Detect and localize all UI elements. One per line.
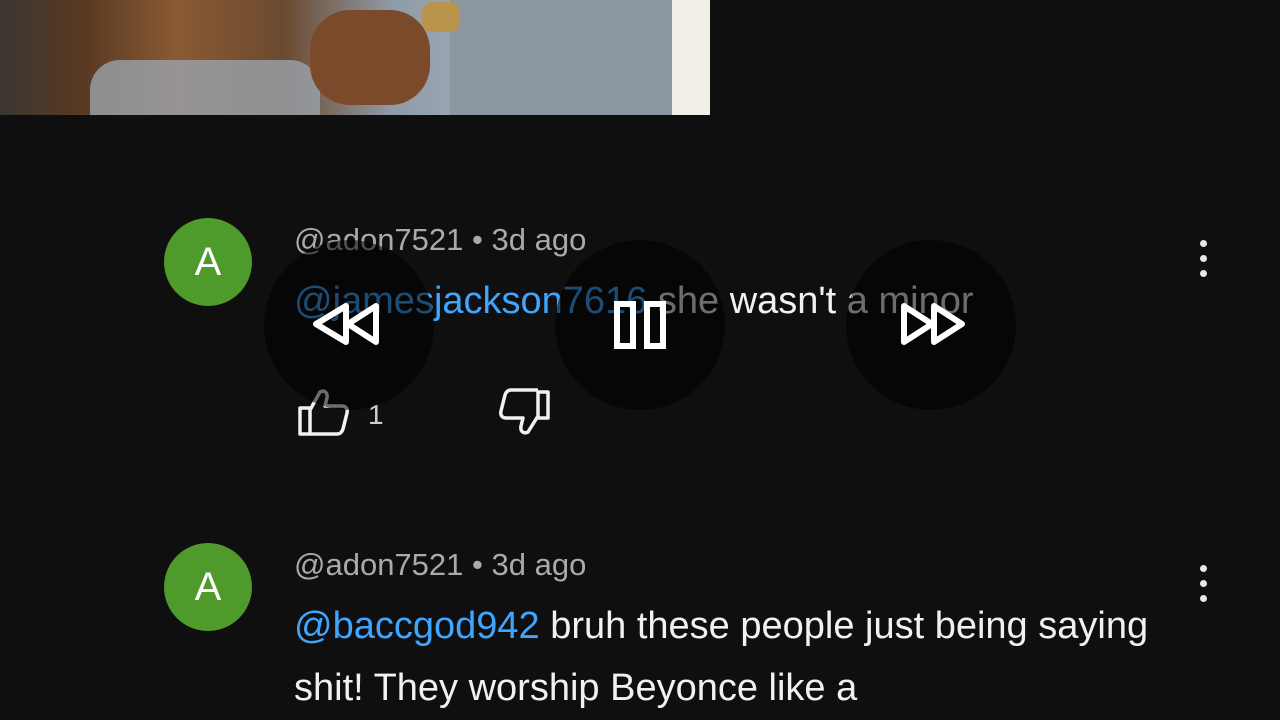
rewind-icon <box>313 303 379 345</box>
more-vertical-icon[interactable] <box>1188 565 1218 615</box>
image-hand <box>310 10 430 105</box>
meta-separator: • <box>472 547 483 582</box>
comment-text: @baccgod942 bruh these people just being… <box>294 595 1174 719</box>
fast-forward-button[interactable] <box>846 240 1016 410</box>
pause-icon <box>614 301 666 349</box>
image-jeans <box>450 0 680 115</box>
avatar[interactable]: A <box>164 543 252 631</box>
comment-time: 3d ago <box>491 547 587 582</box>
meta-separator: • <box>472 222 483 257</box>
image-sleeve <box>90 60 320 115</box>
thumbs-down-icon <box>499 388 550 435</box>
comment-meta: @adon7521 • 3d ago <box>294 547 586 583</box>
image-watch <box>422 2 460 32</box>
post-image[interactable] <box>0 0 710 115</box>
pause-button[interactable] <box>555 240 725 410</box>
comment-author[interactable]: @adon7521 <box>294 547 463 582</box>
dislike-button[interactable] <box>498 388 552 441</box>
comment-mention[interactable]: @baccgod942 <box>294 605 540 647</box>
image-paper-edge <box>672 0 710 115</box>
fast-forward-icon <box>901 303 965 345</box>
more-vertical-icon[interactable] <box>1188 240 1218 290</box>
avatar[interactable]: A <box>164 218 252 306</box>
rewind-button[interactable] <box>264 240 434 410</box>
